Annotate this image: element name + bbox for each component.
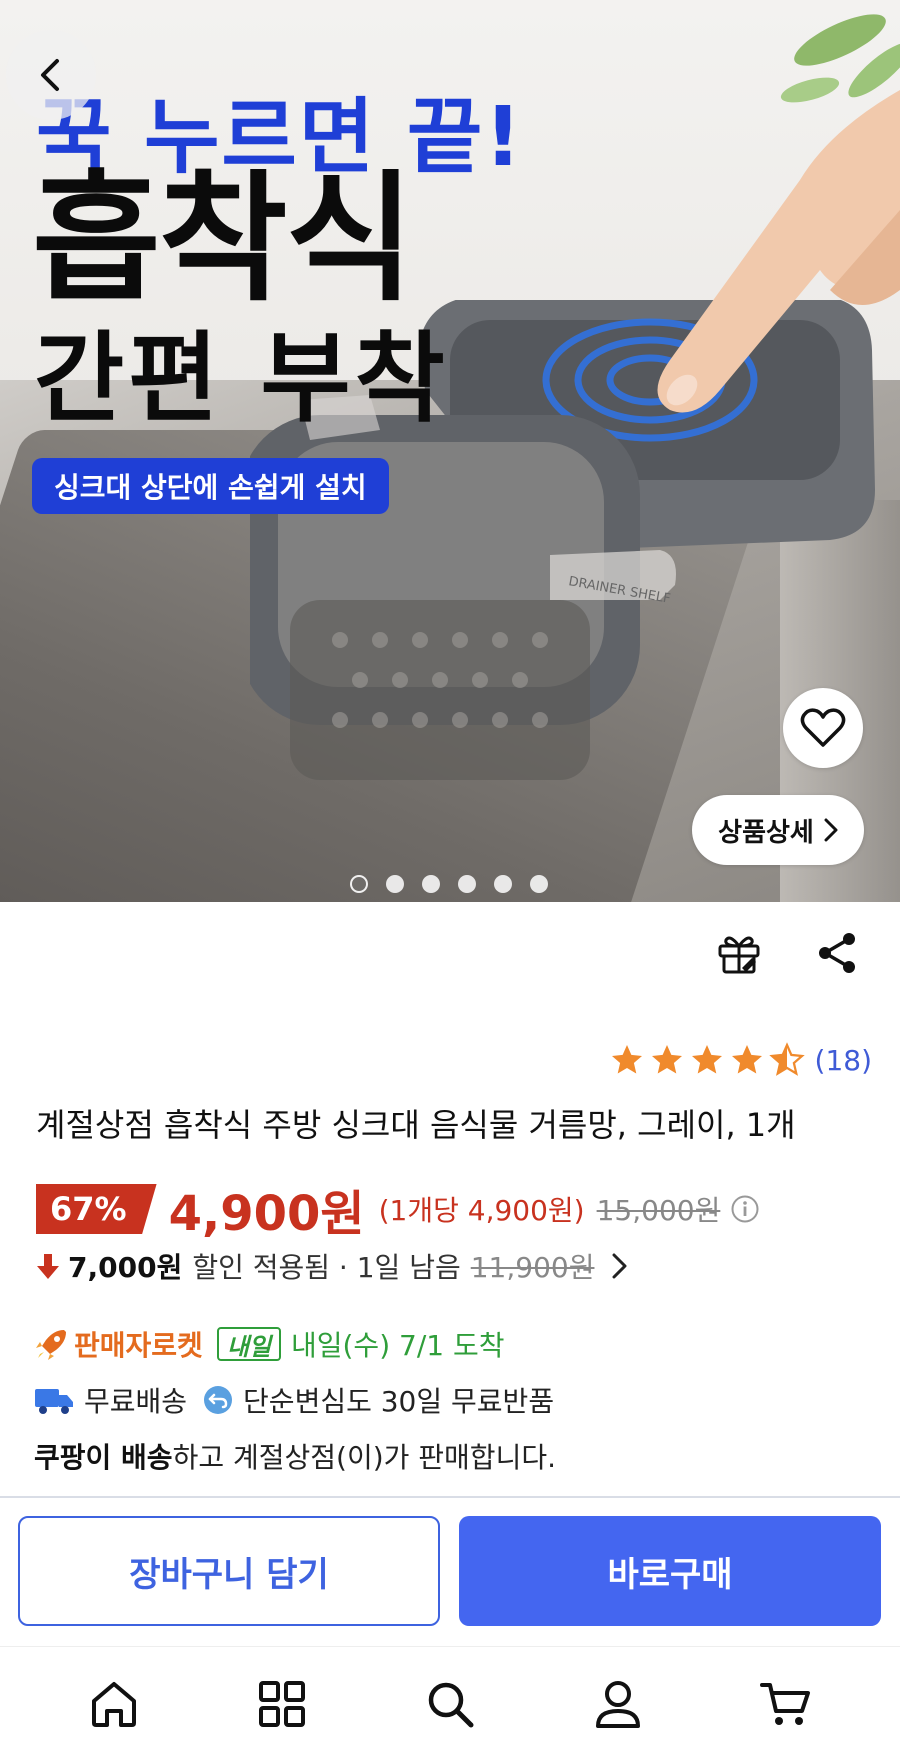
star-full-icon [651, 1045, 682, 1074]
delivery-row: 판매자로켓 내일 내일(수) 7/1 도착 [34, 1322, 505, 1366]
arrow-down-icon [37, 1254, 59, 1279]
carousel-dot[interactable] [350, 875, 368, 893]
seller-rocket-label: 판매자로켓 [74, 1329, 203, 1362]
nav-home[interactable] [79, 1669, 149, 1739]
original-price: 15,000원 [596, 1194, 721, 1227]
hero-headline-2: 흡착식 [32, 158, 414, 321]
discount-badge: 67% [36, 1184, 157, 1234]
heart-icon [800, 708, 846, 747]
carousel-dot[interactable] [458, 875, 476, 893]
back-button[interactable] [6, 30, 96, 120]
free-shipping-label: 무료배송 [84, 1385, 188, 1418]
share-icon[interactable] [814, 930, 860, 976]
chevron-left-icon [41, 59, 59, 91]
nav-cart[interactable] [751, 1669, 821, 1739]
arrival-date: 내일(수) 7/1 도착 [290, 1329, 505, 1362]
coupon-strike-price: 11,900원 [470, 1251, 595, 1284]
cart-icon [760, 1683, 810, 1725]
carousel-dot[interactable] [422, 875, 440, 893]
chevron-right-icon [824, 818, 838, 842]
nav-my-page[interactable] [583, 1669, 653, 1739]
nav-search[interactable] [415, 1669, 485, 1739]
product-detail-button[interactable]: 상품상세 [692, 795, 864, 865]
rating-summary[interactable]: (18) [609, 1042, 872, 1078]
product-image-carousel[interactable]: DRAINER SHELF 꾹 누르면 끝! 흡착식 간편 부착 싱크대 상단에… [0, 0, 900, 902]
hero-headline-3: 간편 부착 [34, 322, 449, 436]
sale-price: 4,900원 [168, 1186, 365, 1242]
nav-category[interactable] [247, 1669, 317, 1739]
pressing-hand-image [657, 90, 900, 413]
bottom-nav [0, 1646, 900, 1761]
free-return-label: 단순변심도 30일 무료반품 [243, 1385, 555, 1418]
coupon-row[interactable]: 7,000원 할인 적용됨 · 1일 남음 11,900원 [36, 1246, 630, 1286]
divider [0, 1496, 900, 1498]
chevron-right-icon [612, 1253, 627, 1279]
coupon-text: 할인 적용됨 · 1일 남음 [192, 1251, 461, 1284]
gift-icon[interactable] [716, 930, 762, 976]
carousel-dot[interactable] [494, 875, 512, 893]
truck-icon [35, 1389, 73, 1414]
product-detail-label: 상품상세 [718, 817, 814, 848]
seller-strong-text: 쿠팡이 배송 [34, 1441, 173, 1474]
return-icon [204, 1386, 233, 1414]
rocket-icon [36, 1330, 66, 1360]
star-full-icon [691, 1045, 722, 1074]
add-to-cart-button[interactable]: 장바구니 담기 [18, 1516, 440, 1626]
price-row: 67% 4,900원 (1개당 4,900원) 15,000원 [36, 1182, 760, 1242]
review-count[interactable]: (18) [815, 1044, 872, 1077]
hero-badge: 싱크대 상단에 손쉽게 설치 [32, 458, 389, 514]
shipping-row: 무료배송 단순변심도 30일 무료반품 [34, 1378, 554, 1422]
home-icon [92, 1682, 136, 1727]
carousel-dot[interactable] [530, 875, 548, 893]
star-half-icon [768, 1042, 805, 1076]
tomorrow-badge: 내일 [216, 1327, 281, 1361]
category-icon [259, 1681, 305, 1727]
search-icon [428, 1682, 474, 1728]
carousel-dots[interactable] [350, 875, 548, 893]
wishlist-button[interactable] [783, 688, 863, 768]
my-page-icon [596, 1681, 640, 1728]
seller-row: 쿠팡이 배송 하고 계절상점(이)가 판매합니다. [34, 1434, 556, 1478]
star-full-icon [731, 1045, 762, 1074]
seller-rest-text: 하고 계절상점(이)가 판매합니다. [172, 1441, 556, 1474]
star-full-icon [611, 1045, 642, 1074]
coupon-amount: 7,000원 [68, 1251, 183, 1284]
buy-now-button[interactable]: 바로구매 [459, 1516, 881, 1626]
info-icon[interactable] [730, 1194, 760, 1224]
product-title: 계절상점 흡착식 주방 싱크대 음식물 거름망, 그레이, 1개 [36, 1106, 796, 1144]
carousel-dot[interactable] [386, 875, 404, 893]
unit-price: (1개당 4,900원) [378, 1194, 585, 1227]
